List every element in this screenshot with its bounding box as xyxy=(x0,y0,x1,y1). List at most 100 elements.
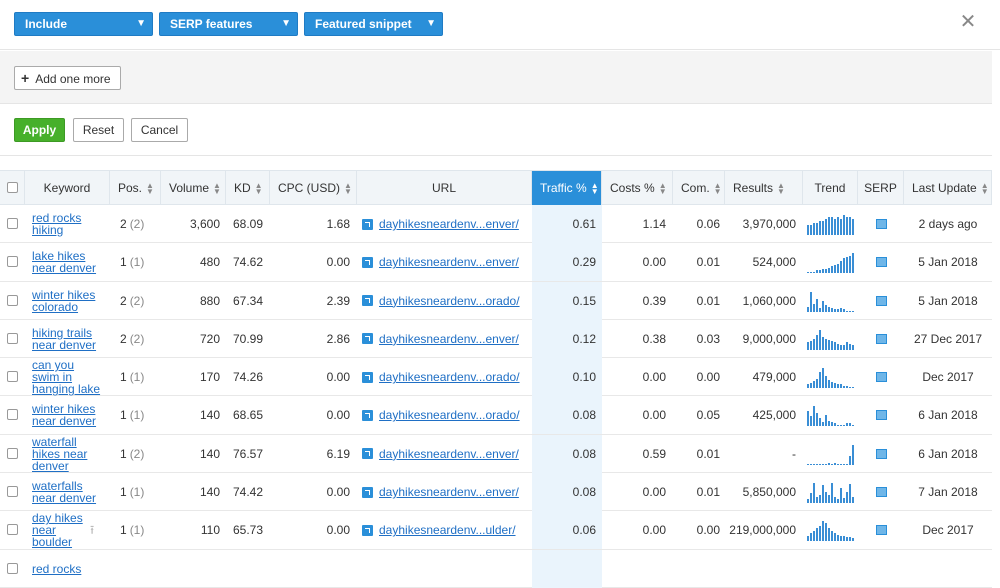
row-checkbox[interactable] xyxy=(7,524,18,536)
cpc-value: 0.00 xyxy=(326,523,350,538)
column-serp-label: SERP xyxy=(864,181,897,195)
cpc-value: 2.86 xyxy=(326,331,350,346)
column-results[interactable]: Results ▲ ▼ xyxy=(725,171,803,205)
serp-snapshot-icon[interactable] xyxy=(875,448,887,459)
serp-snapshot-icon[interactable] xyxy=(875,410,887,421)
keyword-link[interactable]: red rocks xyxy=(32,563,108,575)
column-keyword[interactable]: Keyword xyxy=(25,171,110,205)
keyword-link[interactable]: waterfalls near denver xyxy=(32,480,108,504)
upload-icon[interactable]: ⭱ xyxy=(90,521,94,542)
column-volume[interactable]: Volume ▲ ▼ xyxy=(161,171,226,205)
row-checkbox[interactable] xyxy=(7,332,18,344)
trend-bar xyxy=(831,340,833,350)
serp-snapshot-icon[interactable] xyxy=(875,333,887,344)
row-checkbox[interactable] xyxy=(7,371,18,383)
column-traffic[interactable]: Traffic % ▲ ▼ xyxy=(532,171,602,205)
trend-bar xyxy=(849,310,851,312)
row-checkbox[interactable] xyxy=(7,409,18,421)
column-competition[interactable]: Com. ▲ ▼ xyxy=(673,171,725,205)
keyword-link[interactable]: winter hikes near denver xyxy=(32,403,108,427)
cpc-value xyxy=(270,550,350,588)
position-cell: 1 (1) xyxy=(120,473,165,511)
column-position[interactable]: Pos. ▲ ▼ xyxy=(110,171,161,205)
column-cpc[interactable]: CPC (USD) ▲ ▼ xyxy=(270,171,357,205)
row-checkbox[interactable] xyxy=(7,447,18,459)
url-link[interactable]: dayhikesneardenv...enver/ xyxy=(379,485,519,499)
trend-bar xyxy=(846,463,848,465)
keyword-link[interactable]: red rocks hiking xyxy=(32,212,108,236)
keyword-link[interactable]: can you swim in hanging lake xyxy=(32,359,108,395)
trend-bar xyxy=(846,310,848,312)
kd-value: 68.65 xyxy=(232,408,263,423)
column-last-update[interactable]: Last Update ▲ ▼ xyxy=(904,171,992,205)
row-checkbox[interactable] xyxy=(7,562,18,574)
row-checkbox[interactable] xyxy=(7,256,18,268)
external-link-icon[interactable] xyxy=(362,448,373,460)
select-all-checkbox[interactable] xyxy=(7,182,18,193)
cpc-value: 0.00 xyxy=(326,370,350,385)
apply-button[interactable]: Apply xyxy=(14,118,65,142)
external-link-icon[interactable] xyxy=(362,256,373,268)
close-icon[interactable]: ✕ xyxy=(958,10,978,34)
row-checkbox[interactable] xyxy=(7,294,18,306)
external-link-icon[interactable] xyxy=(362,409,373,421)
row-select-cell xyxy=(0,205,25,243)
row-checkbox[interactable] xyxy=(7,486,18,498)
keyword-link[interactable]: day hikes near boulder xyxy=(32,512,108,548)
serp-snapshot-icon[interactable] xyxy=(875,295,887,306)
row-checkbox[interactable] xyxy=(7,218,18,229)
serp-snapshot-icon[interactable] xyxy=(875,219,887,229)
keyword-link[interactable]: lake hikes near denver xyxy=(32,250,108,274)
trend-bar xyxy=(822,521,824,542)
position-cell: 1 (1) xyxy=(120,243,165,281)
keyword-link[interactable]: hiking trails near denver xyxy=(32,327,108,351)
serp-snapshot-icon[interactable] xyxy=(875,525,887,536)
url-link[interactable]: dayhikesneardenv...orado/ xyxy=(379,408,520,422)
trend-bar xyxy=(831,217,833,235)
featured-snippet-select[interactable]: Featured snippet ▼ xyxy=(304,12,443,36)
column-kd[interactable]: KD ▲ ▼ xyxy=(226,171,270,205)
serp-snapshot-icon[interactable] xyxy=(875,372,887,383)
url-link[interactable]: dayhikesneardenv...enver/ xyxy=(379,447,519,461)
url-link[interactable]: dayhikesneardenv...orado/ xyxy=(379,370,520,384)
trend-bar xyxy=(807,536,809,542)
url-link[interactable]: dayhikesneardenv...enver/ xyxy=(379,332,519,346)
external-link-icon[interactable] xyxy=(362,295,373,307)
external-link-icon[interactable] xyxy=(362,524,373,536)
serp-features-select[interactable]: SERP features ▼ xyxy=(159,12,298,36)
url-cell: dayhikesneardenv...enver/ xyxy=(362,205,532,243)
keyword-link[interactable]: winter hikes colorado xyxy=(32,289,108,313)
serp-snapshot-icon[interactable] xyxy=(875,257,887,268)
cancel-button[interactable]: Cancel xyxy=(131,118,188,142)
trend-bar xyxy=(819,372,821,389)
url-link[interactable]: dayhikesneardenv...enver/ xyxy=(379,217,519,231)
kd-value: 70.99 xyxy=(232,331,263,346)
column-url[interactable]: URL xyxy=(357,171,532,205)
url-link[interactable]: dayhikesneardenv...ulder/ xyxy=(379,523,516,537)
trend-bar xyxy=(822,368,824,389)
position-value: 1 xyxy=(120,370,127,385)
add-one-more-button[interactable]: + Add one more xyxy=(14,66,121,90)
trend-bar xyxy=(816,298,818,312)
url-link[interactable]: dayhikesneardenv...enver/ xyxy=(379,255,519,269)
header-select-all-cell xyxy=(0,171,25,205)
kd-value: 74.42 xyxy=(232,485,263,500)
external-link-icon[interactable] xyxy=(362,333,373,345)
external-link-icon[interactable] xyxy=(362,486,373,498)
trend-bar xyxy=(813,381,815,389)
url-link[interactable]: dayhikesneardenv...orado/ xyxy=(379,294,520,308)
traffic-value: 0.08 xyxy=(532,396,602,435)
trend-bar xyxy=(834,219,836,235)
table-row: can you swim in hanging lake 1 (1) 170 74.26 0.… xyxy=(0,358,992,397)
serp-snapshot-icon[interactable] xyxy=(875,487,887,498)
external-link-icon[interactable] xyxy=(362,218,373,230)
keyword-link[interactable]: waterfall hikes near denver xyxy=(32,436,108,472)
column-costs[interactable]: Costs % ▲ ▼ xyxy=(602,171,673,205)
include-select[interactable]: Include ▼ xyxy=(14,12,153,36)
external-link-icon[interactable] xyxy=(362,371,373,383)
results-value: 1,060,000 xyxy=(742,293,796,308)
reset-button[interactable]: Reset xyxy=(73,118,124,142)
last-update-value: Dec 2017 xyxy=(922,370,974,385)
trend-bar xyxy=(816,270,818,274)
trend-bar xyxy=(831,422,833,427)
